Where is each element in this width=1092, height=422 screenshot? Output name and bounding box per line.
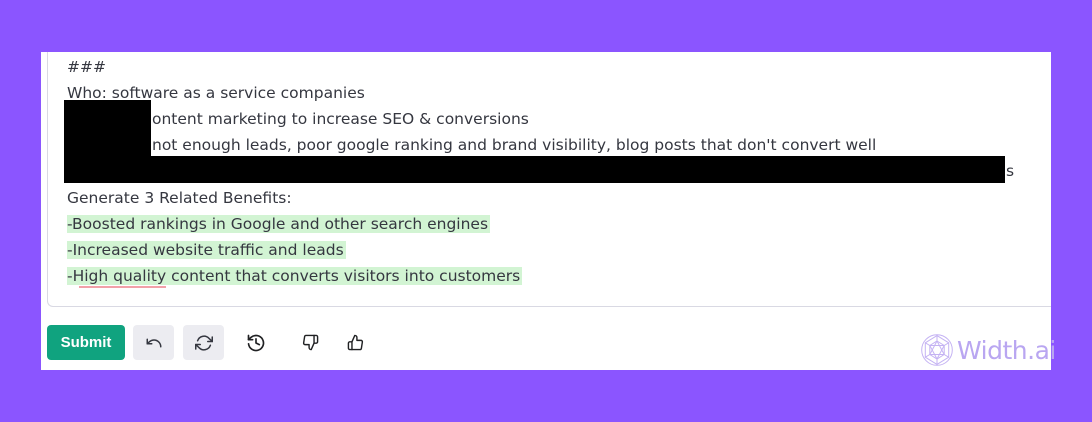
line-instruction: Generate 3 Related Benefits: [67, 189, 292, 207]
undo-icon [146, 338, 161, 347]
brand-logo: Width.ai [919, 330, 1056, 370]
benefit-prefix: - [67, 267, 73, 285]
benefit-item: -High quality content that converts visi… [67, 264, 523, 288]
benefit-text: -Boosted rankings in Google and other se… [67, 215, 491, 233]
regenerate-icon [194, 334, 213, 351]
redacted-block [64, 127, 151, 156]
thumbs-up-icon [347, 334, 363, 351]
prompt-editor[interactable]: ### Who: software as a service companies… [47, 52, 1051, 307]
line-separator: ### [67, 58, 106, 76]
redacted-block [64, 156, 1005, 183]
thumbs-down-button[interactable] [292, 325, 328, 360]
benefit-item: -Increased website traffic and leads [67, 238, 346, 262]
redacted-block [64, 100, 151, 127]
history-icon [247, 334, 265, 351]
line-pain-points: not enough leads, poor google ranking an… [152, 136, 877, 154]
line-tail: s [1006, 162, 1015, 180]
benefit-text: -Increased website traffic and leads [67, 241, 346, 259]
playground-panel: ### Who: software as a service companies… [41, 52, 1056, 370]
benefit-rest: content that converts visitors into cust… [166, 267, 521, 285]
undo-button[interactable] [133, 325, 174, 360]
thumbs-down-icon [302, 334, 318, 351]
benefit-item: -Boosted rankings in Google and other se… [67, 212, 491, 236]
geodesic-sphere-icon [921, 334, 953, 366]
brand-logo-text: Width.ai [957, 335, 1056, 365]
regenerate-button[interactable] [183, 325, 224, 360]
line-goal: ontent marketing to increase SEO & conve… [152, 110, 529, 128]
benefit-text: -High quality content that converts visi… [67, 267, 523, 285]
spellcheck-underline: High quality [72, 267, 167, 285]
history-button[interactable] [238, 325, 274, 360]
submit-button[interactable]: Submit [47, 325, 125, 360]
thumbs-up-button[interactable] [337, 325, 373, 360]
toolbar: Submit Width.ai [41, 324, 1056, 366]
